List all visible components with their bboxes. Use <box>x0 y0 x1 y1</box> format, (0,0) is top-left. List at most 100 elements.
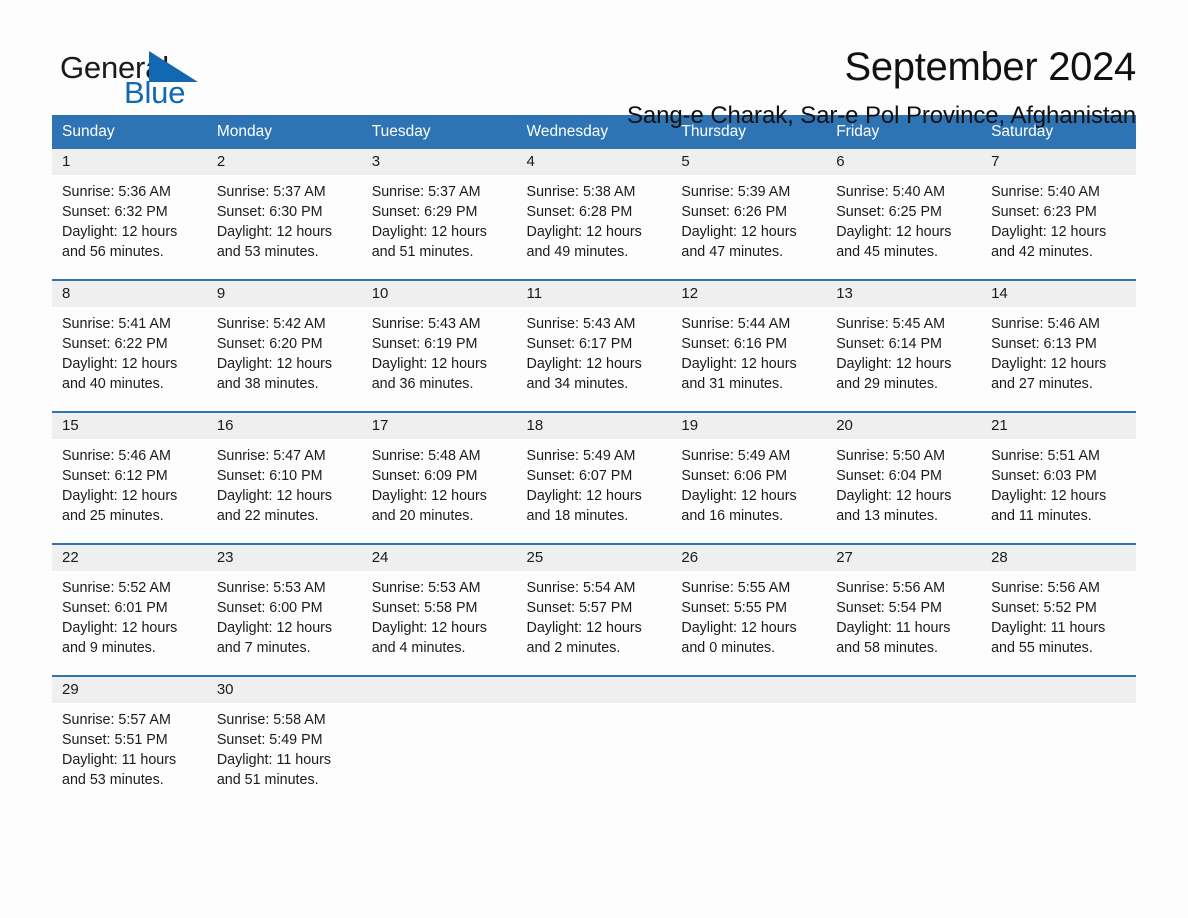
sunrise-sunset-calendar: Sunday Monday Tuesday Wednesday Thursday… <box>52 115 1136 809</box>
calendar-day-cell[interactable]: 15 Sunrise: 5:46 AM Sunset: 6:12 PM Dayligh… <box>52 411 207 544</box>
day-number: 15 <box>52 413 207 439</box>
day-number: 25 <box>516 545 672 571</box>
calendar-day-cell[interactable]: 30 Sunrise: 5:58 AM Sunset: 5:49 PM Dayligh… <box>206 675 362 809</box>
day-details: Sunrise: 5:46 AM Sunset: 6:12 PM Daylight:… <box>52 439 207 543</box>
calendar-day-cell[interactable]: 14 Sunrise: 5:46 AM Sunset: 6:13 PM Dayligh… <box>981 279 1136 412</box>
day-number: 20 <box>826 413 982 439</box>
calendar-day-cell[interactable]: 25 Sunrise: 5:54 AM Sunset: 5:57 PM Dayligh… <box>516 543 672 676</box>
day-details: Sunrise: 5:48 AM Sunset: 6:09 PM Daylight:… <box>362 439 517 543</box>
sunset-time: Sunset: 6:09 PM <box>371 468 478 484</box>
calendar-day-cell[interactable]: 23 Sunrise: 5:53 AM Sunset: 6:00 PM Dayligh… <box>206 543 362 676</box>
calendar-day-cell[interactable]: 5 Sunrise: 5:39 AM Sunset: 6:26 PM Daylight… <box>671 149 827 280</box>
daylight-duration-line1: Daylight: 12 hours <box>62 356 178 372</box>
calendar-day-cell[interactable]: 29 Sunrise: 5:57 AM Sunset: 5:51 PM Dayligh… <box>52 675 207 809</box>
day-number: 29 <box>52 677 207 703</box>
daylight-duration-line2: and 18 minutes. <box>526 508 629 524</box>
sunrise-time: Sunrise: 5:58 AM <box>216 712 326 728</box>
sunset-time: Sunset: 6:22 PM <box>62 336 168 352</box>
day-details <box>362 703 517 807</box>
daylight-duration-line2: and 42 minutes. <box>991 244 1093 260</box>
daylight-duration-line2: and 58 minutes. <box>836 640 938 656</box>
calendar-day-cell[interactable]: 11 Sunrise: 5:43 AM Sunset: 6:17 PM Dayligh… <box>516 279 672 412</box>
daylight-duration-line1: Daylight: 12 hours <box>62 620 178 636</box>
daylight-duration-line1: Daylight: 12 hours <box>836 224 952 240</box>
day-number: 18 <box>516 413 672 439</box>
day-number <box>826 677 982 703</box>
sunset-time: Sunset: 5:54 PM <box>836 600 942 616</box>
day-details: Sunrise: 5:53 AM Sunset: 5:58 PM Daylight:… <box>362 571 517 675</box>
daylight-duration-line1: Daylight: 11 hours <box>216 752 332 768</box>
calendar-day-cell[interactable]: 21 Sunrise: 5:51 AM Sunset: 6:03 PM Dayligh… <box>981 411 1136 544</box>
sunset-time: Sunset: 6:01 PM <box>62 600 168 616</box>
sunrise-time: Sunrise: 5:40 AM <box>836 184 946 200</box>
sunrise-time: Sunrise: 5:50 AM <box>836 448 946 464</box>
day-number: 27 <box>826 545 982 571</box>
day-number <box>671 677 827 703</box>
calendar-day-cell[interactable]: 2 Sunrise: 5:37 AM Sunset: 6:30 PM Daylight… <box>206 149 362 280</box>
day-details: Sunrise: 5:42 AM Sunset: 6:20 PM Daylight:… <box>207 307 362 411</box>
daylight-duration-line1: Daylight: 11 hours <box>62 752 177 768</box>
daylight-duration-line1: Daylight: 12 hours <box>216 224 333 240</box>
sunset-time: Sunset: 6:16 PM <box>681 336 788 352</box>
sunset-time: Sunset: 5:58 PM <box>371 600 478 616</box>
sunset-time: Sunset: 5:57 PM <box>526 600 633 616</box>
sunrise-time: Sunrise: 5:57 AM <box>62 712 171 728</box>
day-details: Sunrise: 5:51 AM Sunset: 6:03 PM Daylight:… <box>981 439 1136 543</box>
daylight-duration-line1: Daylight: 12 hours <box>526 488 642 504</box>
daylight-duration-line2: and 25 minutes. <box>62 508 164 524</box>
sunrise-time: Sunrise: 5:51 AM <box>991 448 1100 464</box>
calendar-day-cell[interactable]: 19 Sunrise: 5:49 AM Sunset: 6:06 PM Dayligh… <box>671 411 827 544</box>
sunset-time: Sunset: 6:13 PM <box>991 336 1097 352</box>
sunrise-time: Sunrise: 5:36 AM <box>62 184 171 200</box>
day-details: Sunrise: 5:37 AM Sunset: 6:29 PM Daylight:… <box>362 175 517 279</box>
daylight-duration-line1: Daylight: 12 hours <box>371 224 487 240</box>
sunrise-time: Sunrise: 5:45 AM <box>836 316 946 332</box>
daylight-duration-line2: and 27 minutes. <box>991 376 1093 392</box>
day-details: Sunrise: 5:46 AM Sunset: 6:13 PM Daylight:… <box>981 307 1136 411</box>
calendar-day-cell-empty <box>671 675 827 809</box>
calendar-day-cell[interactable]: 17 Sunrise: 5:48 AM Sunset: 6:09 PM Dayligh… <box>361 411 517 544</box>
day-details: Sunrise: 5:44 AM Sunset: 6:16 PM Daylight:… <box>671 307 826 411</box>
day-details: Sunrise: 5:43 AM Sunset: 6:19 PM Daylight:… <box>362 307 517 411</box>
calendar-day-cell[interactable]: 13 Sunrise: 5:45 AM Sunset: 6:14 PM Dayligh… <box>826 279 982 412</box>
daylight-duration-line1: Daylight: 12 hours <box>216 620 333 636</box>
generalblue-logo[interactable]: General Blue <box>52 44 202 110</box>
daylight-duration-line2: and 7 minutes. <box>216 640 311 656</box>
sunset-time: Sunset: 5:51 PM <box>62 732 168 748</box>
calendar-day-cell[interactable]: 3 Sunrise: 5:37 AM Sunset: 6:29 PM Daylight… <box>361 149 517 280</box>
calendar-day-cell[interactable]: 4 Sunrise: 5:38 AM Sunset: 6:28 PM Daylight… <box>516 149 672 280</box>
page-title: September 2024 <box>844 45 1136 89</box>
calendar-day-cell[interactable]: 10 Sunrise: 5:43 AM Sunset: 6:19 PM Dayligh… <box>361 279 517 412</box>
calendar-day-cell[interactable]: 20 Sunrise: 5:50 AM Sunset: 6:04 PM Dayligh… <box>826 411 982 544</box>
daylight-duration-line2: and 56 minutes. <box>62 244 164 260</box>
day-number: 7 <box>981 149 1136 175</box>
blue-triangle-flag-icon <box>149 51 198 82</box>
calendar-day-cell[interactable]: 26 Sunrise: 5:55 AM Sunset: 5:55 PM Dayligh… <box>671 543 827 676</box>
calendar-day-cell[interactable]: 28 Sunrise: 5:56 AM Sunset: 5:52 PM Dayligh… <box>981 543 1136 676</box>
calendar-day-cell[interactable]: 6 Sunrise: 5:40 AM Sunset: 6:25 PM Daylight… <box>826 149 982 280</box>
daylight-duration-line1: Daylight: 12 hours <box>681 356 797 372</box>
calendar-day-cell[interactable]: 18 Sunrise: 5:49 AM Sunset: 6:07 PM Dayligh… <box>516 411 672 544</box>
page-header: General Blue September 2024 Sang-e Chara… <box>52 0 1136 129</box>
calendar-day-cell[interactable]: 27 Sunrise: 5:56 AM Sunset: 5:54 PM Dayligh… <box>826 543 982 676</box>
calendar-day-cell[interactable]: 1 Sunrise: 5:36 AM Sunset: 6:32 PM Daylight… <box>52 149 207 280</box>
calendar-day-cell[interactable]: 7 Sunrise: 5:40 AM Sunset: 6:23 PM Daylight… <box>981 149 1136 280</box>
daylight-duration-line2: and 31 minutes. <box>681 376 784 392</box>
sunrise-time: Sunrise: 5:37 AM <box>371 184 481 200</box>
daylight-duration-line1: Daylight: 12 hours <box>836 488 952 504</box>
day-details <box>981 703 1136 807</box>
day-number: 2 <box>206 149 362 175</box>
daylight-duration-line2: and 13 minutes. <box>836 508 938 524</box>
calendar-day-cell-empty <box>361 675 517 809</box>
calendar-day-cell[interactable]: 9 Sunrise: 5:42 AM Sunset: 6:20 PM Daylight… <box>206 279 362 412</box>
calendar-day-cell[interactable]: 8 Sunrise: 5:41 AM Sunset: 6:22 PM Daylight… <box>52 279 207 412</box>
calendar-day-cell[interactable]: 22 Sunrise: 5:52 AM Sunset: 6:01 PM Dayligh… <box>52 543 207 676</box>
day-number: 19 <box>671 413 827 439</box>
calendar-day-cell[interactable]: 24 Sunrise: 5:53 AM Sunset: 5:58 PM Dayligh… <box>361 543 517 676</box>
daylight-duration-line2: and 51 minutes. <box>216 772 319 788</box>
day-details: Sunrise: 5:47 AM Sunset: 6:10 PM Daylight:… <box>207 439 362 543</box>
calendar-day-cell[interactable]: 16 Sunrise: 5:47 AM Sunset: 6:10 PM Dayligh… <box>206 411 362 544</box>
sunrise-time: Sunrise: 5:44 AM <box>681 316 791 332</box>
calendar-day-cell-empty <box>516 675 672 809</box>
calendar-day-cell[interactable]: 12 Sunrise: 5:44 AM Sunset: 6:16 PM Dayligh… <box>671 279 827 412</box>
